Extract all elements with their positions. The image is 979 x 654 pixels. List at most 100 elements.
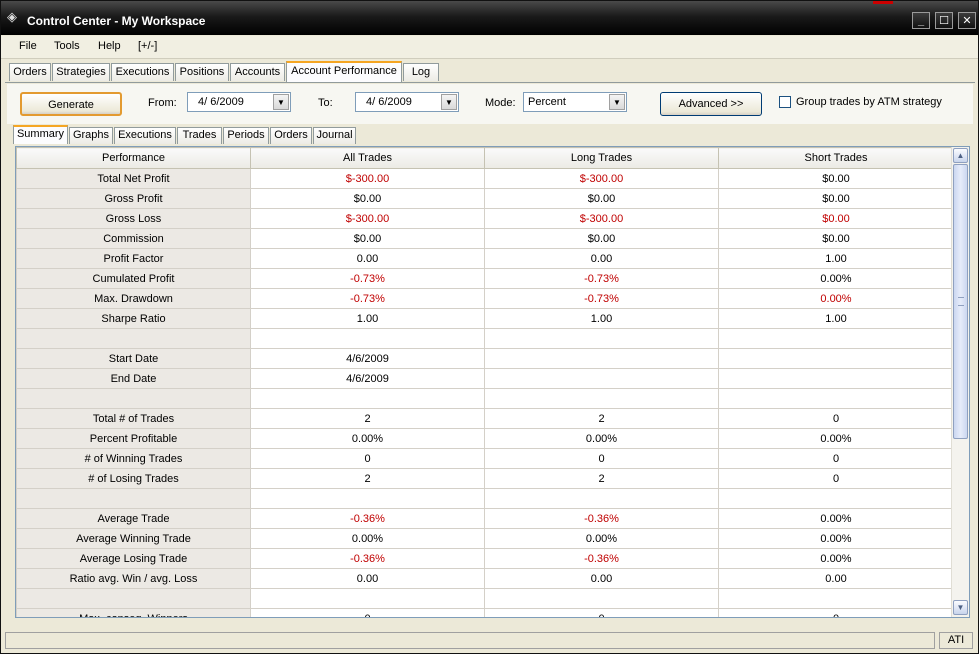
menu-tools[interactable]: Tools — [54, 40, 80, 52]
column-header-long-trades[interactable]: Long Trades — [484, 147, 719, 169]
column-header-all-trades[interactable]: All Trades — [250, 147, 485, 169]
close-icon: ✕ — [962, 15, 972, 27]
metric-value: 1.00 — [718, 308, 954, 329]
maximize-button[interactable]: ☐ — [935, 12, 953, 29]
table-row[interactable]: Total # of Trades 2 2 0 — [16, 408, 954, 429]
to-date-picker[interactable]: 4/ 6/2009 ▼ — [355, 92, 459, 112]
close-button[interactable]: ✕ — [958, 12, 976, 29]
mode-select[interactable]: Percent ▼ — [523, 92, 627, 112]
chevron-down-icon[interactable]: ▼ — [273, 94, 289, 110]
title-bar[interactable]: ◈ Control Center - My Workspace _ ☐ ✕ — [1, 1, 978, 35]
metric-value: 0.00% — [718, 508, 954, 529]
subtab-graphs[interactable]: Graphs — [69, 127, 113, 144]
subtab-executions[interactable]: Executions — [114, 127, 176, 144]
table-row[interactable]: Gross Loss $-300.00 $-300.00 $0.00 — [16, 208, 954, 229]
metric-value: 0 — [484, 448, 719, 469]
app-logo-icon: ◈ — [7, 9, 17, 24]
table-row[interactable]: Ratio avg. Win / avg. Loss 0.00 0.00 0.00 — [16, 568, 954, 589]
connection-status: ATI — [939, 632, 973, 649]
metric-value: 2 — [250, 408, 485, 429]
column-header-performance[interactable]: Performance — [16, 147, 251, 169]
metric-value: 0 — [250, 448, 485, 469]
minimize-button[interactable]: _ — [912, 12, 930, 29]
metric-value — [718, 588, 954, 609]
group-trades-checkbox[interactable] — [779, 96, 791, 108]
table-row[interactable]: Max. Drawdown -0.73% -0.73% 0.00% — [16, 288, 954, 309]
tab-positions[interactable]: Positions — [175, 63, 229, 81]
table-row[interactable]: Max. conseq. Winners000 — [16, 608, 954, 617]
generate-button[interactable]: Generate — [20, 92, 122, 116]
tab-accounts[interactable]: Accounts — [230, 63, 285, 81]
table-row[interactable]: Total Net Profit $-300.00 $-300.00 $0.00 — [16, 168, 954, 189]
menu-help[interactable]: Help — [98, 40, 121, 52]
metric-label: Cumulated Profit — [16, 268, 251, 289]
metric-label: Percent Profitable — [16, 428, 251, 449]
group-trades-label: Group trades by ATM strategy — [796, 96, 942, 108]
advanced-button[interactable]: Advanced >> — [660, 92, 762, 116]
window-title: Control Center - My Workspace — [27, 14, 206, 28]
table-row[interactable]: Average Winning Trade 0.00% 0.00% 0.00% — [16, 528, 954, 549]
table-row[interactable]: # of Losing Trades 2 2 0 — [16, 468, 954, 489]
chevron-down-icon[interactable]: ▼ — [441, 94, 457, 110]
tab-log[interactable]: Log — [403, 63, 439, 81]
status-message-field — [5, 632, 935, 649]
table-row[interactable]: # of Winning Trades 0 0 0 — [16, 448, 954, 469]
table-row[interactable]: Commission $0.00 $0.00 $0.00 — [16, 228, 954, 249]
chevron-up-icon: ▲ — [956, 151, 965, 160]
control-center-window: ◈ Control Center - My Workspace _ ☐ ✕ Fi… — [0, 0, 979, 654]
metric-value: $0.00 — [718, 188, 954, 209]
metric-label: Average Winning Trade — [16, 528, 251, 549]
subtab-periods[interactable]: Periods — [223, 127, 269, 144]
table-row[interactable]: Average Trade -0.36% -0.36% 0.00% — [16, 508, 954, 529]
metric-label: Average Trade — [16, 508, 251, 529]
metric-value: 1.00 — [250, 308, 485, 329]
chevron-down-icon[interactable]: ▼ — [609, 94, 625, 110]
tab-strategies[interactable]: Strategies — [52, 63, 110, 81]
metric-label: Total Net Profit — [16, 168, 251, 189]
table-row[interactable] — [16, 488, 954, 509]
scroll-thumb[interactable] — [953, 164, 968, 439]
metric-value: -0.36% — [484, 508, 719, 529]
main-tabs: Orders Strategies Executions Positions A… — [1, 61, 978, 83]
column-header-short-trades[interactable]: Short Trades — [718, 147, 954, 169]
scroll-up-button[interactable]: ▲ — [953, 148, 968, 163]
metric-value — [250, 588, 485, 609]
metric-value: $0.00 — [484, 228, 719, 249]
table-row[interactable]: End Date 4/6/2009 — [16, 368, 954, 389]
metric-value: -0.73% — [484, 268, 719, 289]
table-row[interactable]: Profit Factor 0.00 0.00 1.00 — [16, 248, 954, 269]
subtab-summary[interactable]: Summary — [13, 125, 68, 144]
vertical-scrollbar[interactable]: ▲ ▼ — [951, 147, 969, 617]
metric-value: -0.73% — [484, 288, 719, 309]
table-row[interactable]: Sharpe Ratio 1.00 1.00 1.00 — [16, 308, 954, 329]
chevron-down-icon: ▼ — [956, 603, 965, 612]
tab-executions[interactable]: Executions — [111, 63, 174, 81]
metric-value: 0.00% — [718, 548, 954, 569]
table-row[interactable]: Percent Profitable 0.00% 0.00% 0.00% — [16, 428, 954, 449]
metric-value — [484, 368, 719, 389]
metric-value: -0.36% — [484, 548, 719, 569]
menu-expand[interactable]: [+/-] — [138, 40, 157, 52]
scroll-down-button[interactable]: ▼ — [953, 600, 968, 615]
metric-value: 0.00% — [718, 428, 954, 449]
table-row[interactable] — [16, 328, 954, 349]
from-date-picker[interactable]: 4/ 6/2009 ▼ — [187, 92, 291, 112]
table-row[interactable]: Average Losing Trade -0.36% -0.36% 0.00% — [16, 548, 954, 569]
tab-account-performance[interactable]: Account Performance — [286, 61, 402, 82]
table-row[interactable]: Start Date 4/6/2009 — [16, 348, 954, 369]
metric-value: 0.00 — [250, 568, 485, 589]
metric-value: 0 — [250, 608, 485, 617]
metric-value — [250, 388, 485, 409]
subtab-trades[interactable]: Trades — [177, 127, 222, 144]
table-row[interactable] — [16, 588, 954, 609]
menu-file[interactable]: File — [19, 40, 37, 52]
subtab-journal[interactable]: Journal — [313, 127, 356, 144]
summary-subtabs: Summary Graphs Executions Trades Periods… — [11, 125, 971, 144]
subtab-orders[interactable]: Orders — [270, 127, 312, 144]
table-row[interactable]: Cumulated Profit -0.73% -0.73% 0.00% — [16, 268, 954, 289]
table-row[interactable]: Gross Profit $0.00 $0.00 $0.00 — [16, 188, 954, 209]
tab-orders[interactable]: Orders — [9, 63, 51, 81]
table-row[interactable] — [16, 388, 954, 409]
metric-value: 0.00% — [250, 528, 485, 549]
metric-value — [484, 488, 719, 509]
